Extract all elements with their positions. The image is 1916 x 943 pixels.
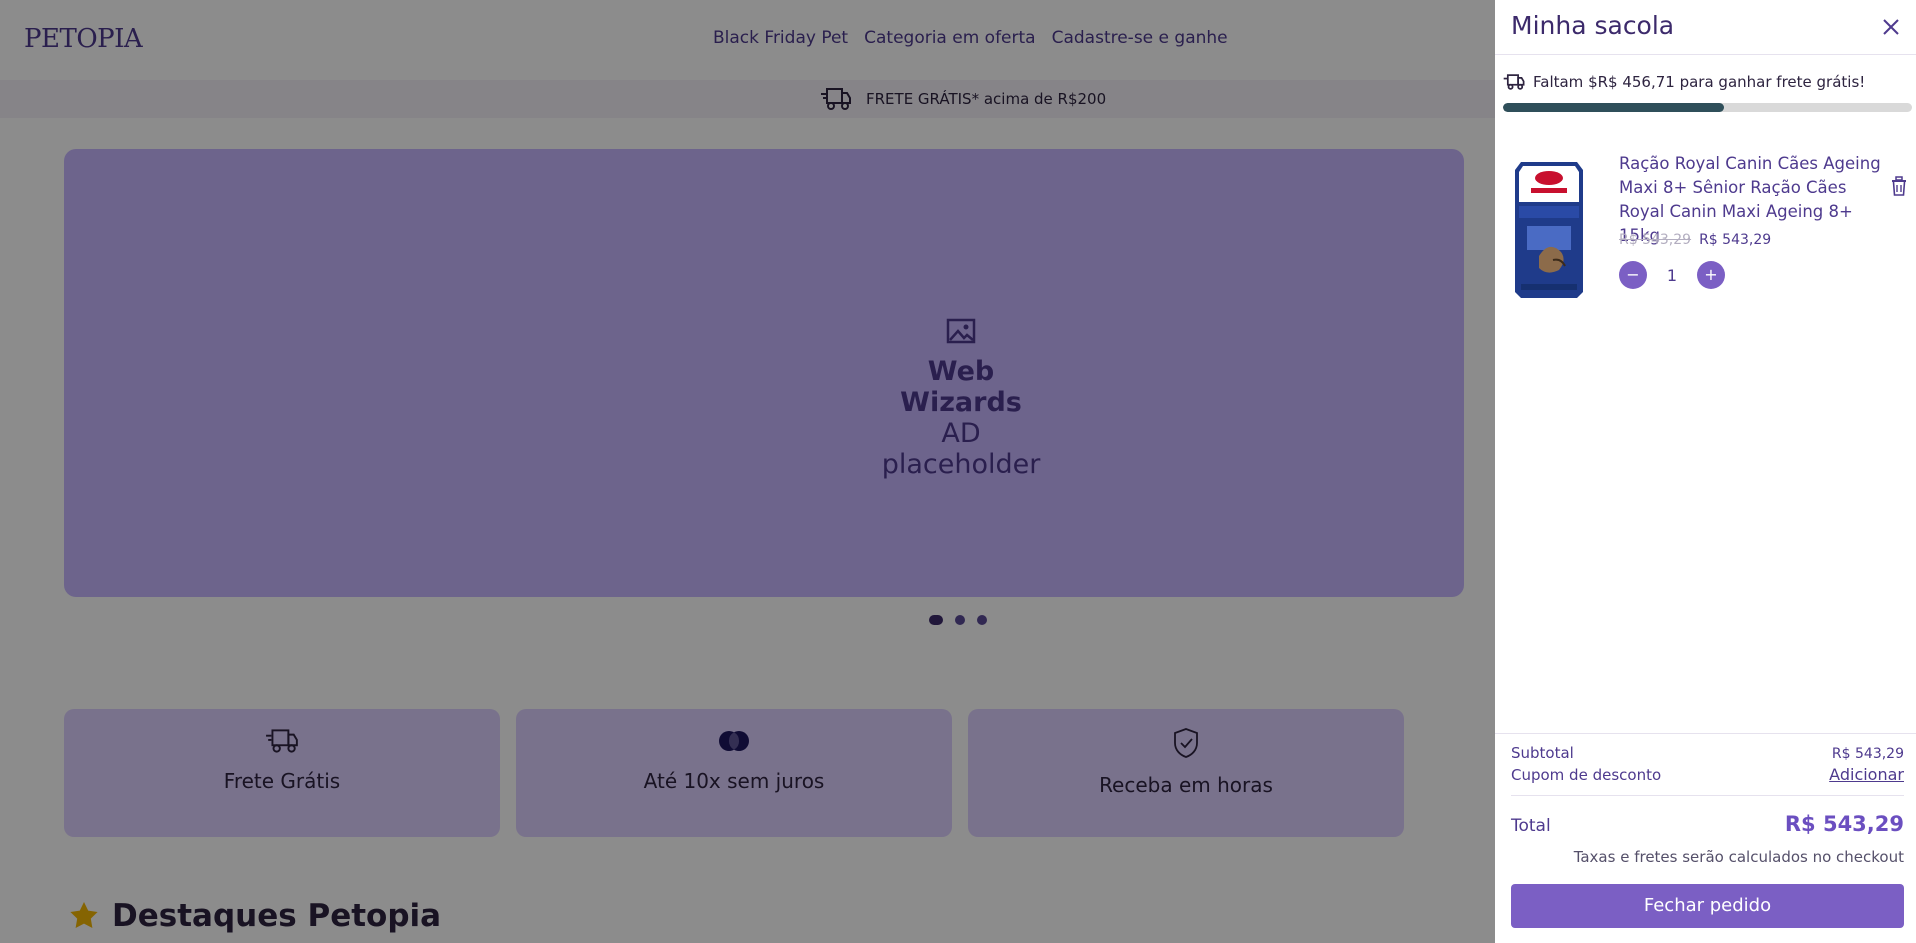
decrease-quantity-button[interactable]: −: [1619, 261, 1647, 289]
total-row: Total R$ 543,29: [1511, 812, 1904, 836]
close-icon[interactable]: [1880, 16, 1902, 38]
current-price: R$ 543,29: [1699, 232, 1772, 248]
product-image[interactable]: [1509, 156, 1589, 300]
checkout-button[interactable]: Fechar pedido: [1511, 884, 1904, 928]
total-value: R$ 543,29: [1784, 812, 1904, 836]
summary-divider: [1511, 795, 1904, 796]
cart-header: Minha sacola: [1495, 0, 1916, 55]
increase-quantity-button[interactable]: +: [1697, 261, 1725, 289]
cart-drawer: Minha sacola Faltam $R$ 456,71 para ganh…: [1495, 0, 1916, 943]
old-price: R$ 543,29: [1619, 232, 1692, 248]
free-shipping-text: Faltam $R$ 456,71 para ganhar frete grát…: [1533, 73, 1866, 91]
product-prices: R$ 543,29 R$ 543,29: [1619, 232, 1771, 248]
total-label: Total: [1511, 816, 1551, 836]
truck-icon: [1503, 74, 1525, 90]
cart-title: Minha sacola: [1511, 11, 1675, 40]
free-shipping-message: Faltam $R$ 456,71 para ganhar frete grát…: [1503, 73, 1865, 91]
subtotal-row: Subtotal R$ 543,29: [1511, 744, 1904, 762]
quantity-stepper: − 1 +: [1619, 261, 1725, 289]
add-coupon-link[interactable]: Adicionar: [1829, 765, 1904, 784]
free-shipping-progress: [1503, 103, 1912, 112]
subtotal-value: R$ 543,29: [1831, 746, 1904, 762]
trash-icon[interactable]: [1890, 176, 1908, 196]
checkout-note: Taxas e fretes serão calculados no check…: [1573, 848, 1904, 866]
cart-summary: Subtotal R$ 543,29 Cupom de desconto Adi…: [1495, 733, 1916, 943]
free-shipping-progress-fill: [1503, 103, 1724, 112]
cart-item: Ração Royal Canin Cães Ageing Maxi 8+ Sê…: [1495, 150, 1916, 300]
subtotal-label: Subtotal: [1511, 744, 1574, 762]
quantity-value: 1: [1666, 265, 1678, 285]
coupon-row: Cupom de desconto Adicionar: [1511, 765, 1904, 784]
coupon-label: Cupom de desconto: [1511, 766, 1662, 784]
